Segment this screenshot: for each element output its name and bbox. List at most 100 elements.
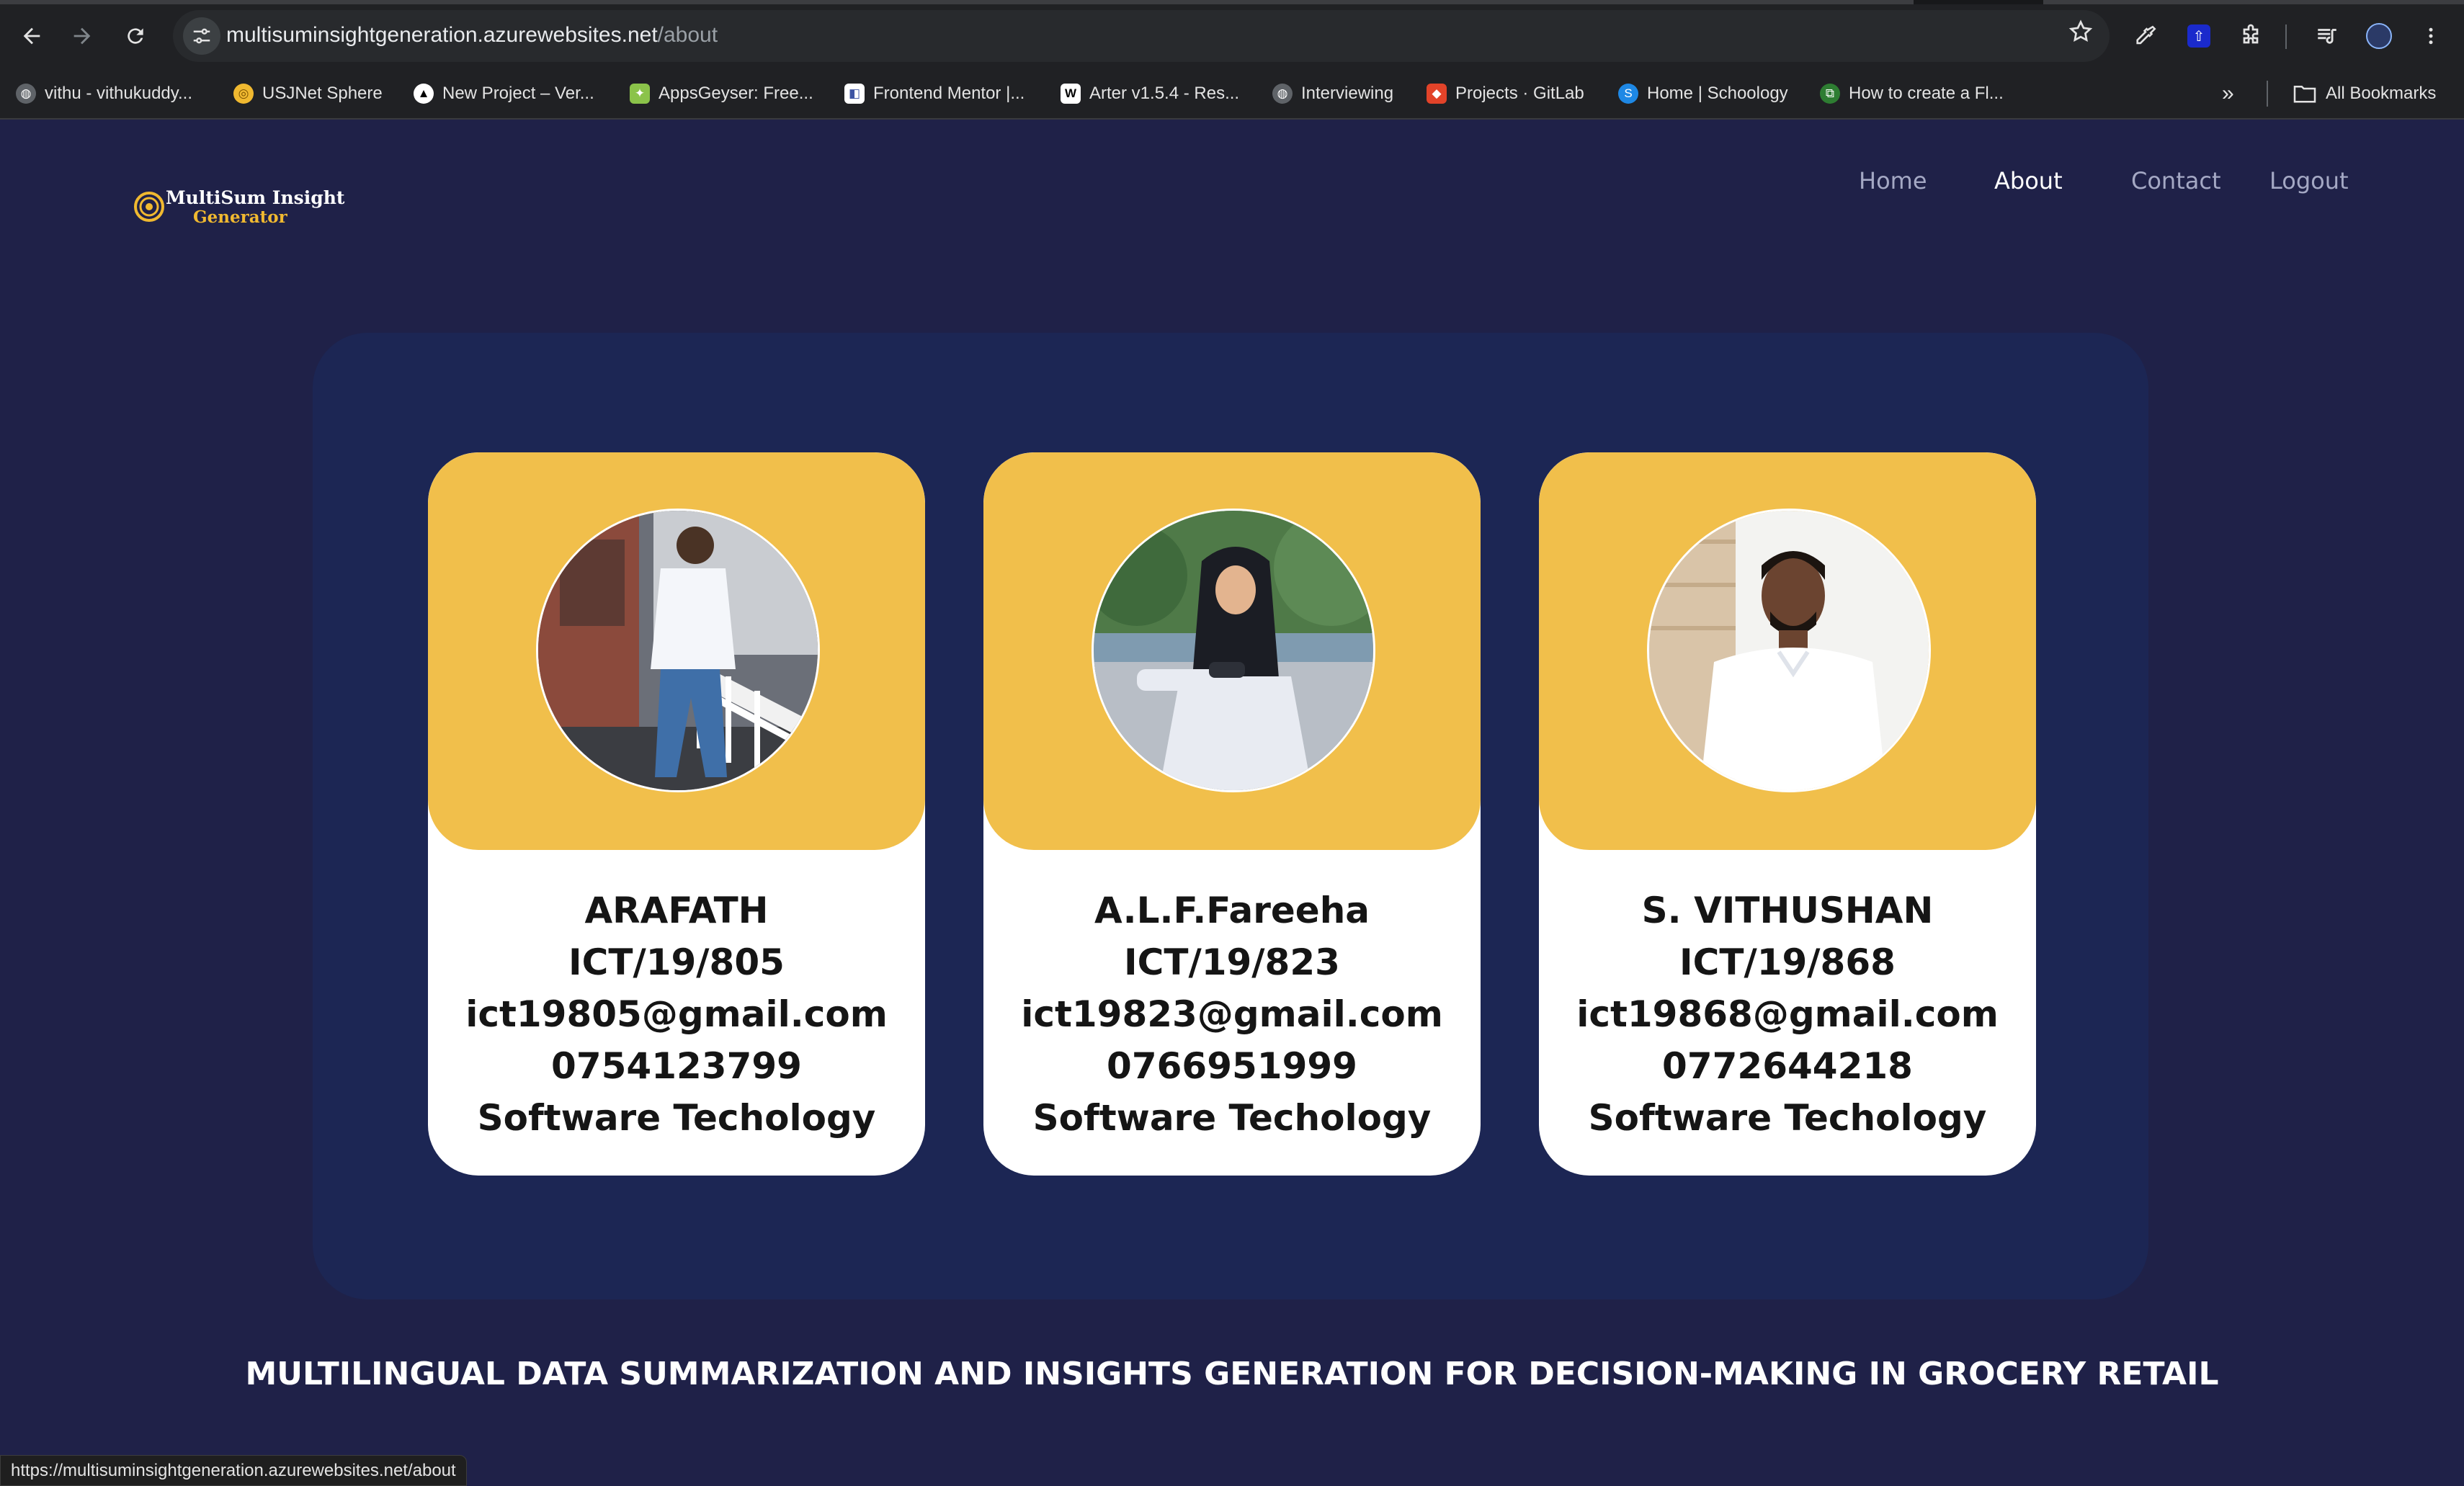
member-email: ict19823@gmail.com — [1021, 993, 1443, 1035]
site-logo[interactable]: MultiSum Insight Generator — [133, 182, 344, 232]
nav-about-link[interactable]: About — [1994, 167, 2063, 194]
bookmark-label: Arter v1.5.4 - Res... — [1089, 84, 1240, 103]
member-phone: 0772644218 — [1662, 1045, 1913, 1087]
arrow-right-icon — [73, 27, 91, 45]
more-vert-icon — [2429, 27, 2433, 45]
bookmark-label: Home | Schoology — [1647, 84, 1788, 103]
person-photo-icon — [1094, 511, 1373, 790]
member-email: ict19868@gmail.com — [1576, 993, 1999, 1035]
bookmark-label: Projects · GitLab — [1455, 84, 1584, 103]
sphere-icon: ◎ — [233, 84, 254, 104]
forward-button[interactable] — [62, 16, 102, 56]
bookmark-item[interactable]: S Home | Schoology — [1618, 76, 1788, 111]
bookmark-label: Interviewing — [1301, 84, 1394, 103]
eyedropper-icon — [2136, 25, 2156, 45]
tune-icon — [193, 28, 210, 44]
reload-icon — [128, 28, 143, 44]
url-host: multisuminsightgeneration.azurewebsites.… — [226, 23, 658, 47]
team-member-card: S. VITHUSHAN ICT/19/868 ict19868@gmail.c… — [1539, 452, 2036, 1176]
extensions-menu-button[interactable] — [2229, 14, 2272, 58]
bookmarks-overflow-button[interactable]: » — [2222, 76, 2234, 111]
bookmarks-divider — [2267, 81, 2268, 107]
all-bookmarks-button[interactable]: All Bookmarks — [2293, 76, 2436, 111]
bookmark-label: vithu - vithukuddy... — [45, 84, 192, 103]
star-icon — [2068, 19, 2093, 42]
nav-logout-link[interactable]: Logout — [2269, 167, 2349, 194]
address-bar[interactable]: multisuminsightgeneration.azurewebsites.… — [173, 10, 2110, 62]
member-name: ARAFATH — [584, 890, 769, 931]
avatar — [2366, 23, 2392, 49]
schoology-icon: S — [1618, 84, 1638, 104]
bookmark-item[interactable]: ◎ USJNet Sphere — [233, 76, 383, 111]
page-content: MultiSum Insight Generator Home About Co… — [0, 120, 2464, 1486]
member-department: Software Techology — [1032, 1097, 1432, 1139]
member-name: S. VITHUSHAN — [1641, 890, 1934, 931]
browser-chrome: multisuminsightgeneration.azurewebsites.… — [0, 0, 2464, 120]
project-title: MULTILINGUAL DATA SUMMARIZATION AND INSI… — [245, 1356, 2219, 1392]
member-phone: 0754123799 — [551, 1045, 802, 1087]
queue-music-icon — [2318, 29, 2336, 44]
browser-menu-button[interactable] — [2409, 14, 2452, 58]
nav-home-link[interactable]: Home — [1859, 167, 1927, 194]
member-info: S. VITHUSHAN ICT/19/868 ict19868@gmail.c… — [1539, 885, 2036, 1144]
extension-badge-icon: ⇧ — [2187, 24, 2210, 48]
member-department: Software Techology — [1588, 1097, 1987, 1139]
logo-subtitle: Generator — [193, 207, 287, 227]
bookmark-label: How to create a Fl... — [1849, 84, 2004, 103]
member-id: ICT/19/805 — [568, 941, 785, 983]
url-text: multisuminsightgeneration.azurewebsites.… — [226, 23, 718, 48]
tab-strip — [0, 0, 2464, 4]
member-id: ICT/19/868 — [1679, 941, 1896, 983]
bookmark-item[interactable]: W Arter v1.5.4 - Res... — [1061, 76, 1239, 111]
member-photo — [1647, 509, 1931, 792]
site-info-button[interactable] — [183, 17, 220, 55]
status-bar-url: https://multisuminsightgeneration.azurew… — [0, 1455, 467, 1486]
bookmark-label: AppsGeyser: Free... — [659, 84, 813, 103]
appsgeyser-icon: ✦ — [630, 84, 650, 104]
logo-title: MultiSum Insight — [166, 187, 345, 208]
member-email: ict19805@gmail.com — [465, 993, 888, 1035]
bookmarks-bar: ◍ vithu - vithukuddy... ◎ USJNet Sphere ▲ N… — [0, 76, 2464, 111]
member-photo — [1092, 509, 1375, 792]
logo-swirl-icon — [134, 192, 164, 222]
frontend-mentor-icon: ◧ — [844, 84, 865, 104]
bookmark-item[interactable]: ◧ Frontend Mentor |... — [844, 76, 1025, 111]
bookmark-item[interactable]: ▲ New Project – Ver... — [414, 76, 594, 111]
bookmark-item[interactable]: ✦ AppsGeyser: Free... — [630, 76, 813, 111]
nav-contact-link[interactable]: Contact — [2131, 167, 2221, 194]
back-button[interactable] — [12, 16, 52, 56]
member-phone: 0766951999 — [1107, 1045, 1357, 1087]
member-department: Software Techology — [477, 1097, 876, 1139]
bookmark-star-button[interactable] — [2068, 19, 2094, 51]
member-id: ICT/19/823 — [1124, 941, 1340, 983]
gitlab-icon: ◆ — [1427, 84, 1447, 104]
member-info: ARAFATH ICT/19/805 ict19805@gmail.com 07… — [428, 885, 925, 1144]
globe-icon: ◍ — [1272, 84, 1293, 104]
team-member-card: ARAFATH ICT/19/805 ict19805@gmail.com 07… — [428, 452, 925, 1176]
arter-icon: W — [1061, 84, 1081, 104]
arrow-left-icon — [23, 27, 40, 45]
member-photo — [536, 509, 820, 792]
bookmark-item[interactable]: ◍ vithu - vithukuddy... — [16, 76, 192, 111]
extension-button[interactable]: ⇧ — [2177, 14, 2220, 58]
eyedropper-extension-button[interactable] — [2124, 14, 2167, 58]
person-photo-icon — [1649, 511, 1929, 790]
folder-icon — [2293, 85, 2316, 103]
all-bookmarks-label: All Bookmarks — [2326, 84, 2437, 103]
member-info: A.L.F.Fareeha ICT/19/823 ict19823@gmail.… — [983, 885, 1481, 1144]
bookmark-item[interactable]: ◆ Projects · GitLab — [1427, 76, 1584, 111]
bookmark-item[interactable]: ◍ Interviewing — [1272, 76, 1393, 111]
bookmark-label: Frontend Mentor |... — [873, 84, 1025, 103]
media-control-button[interactable] — [2305, 14, 2349, 58]
bookmark-label: New Project – Ver... — [442, 84, 594, 103]
person-photo-icon — [538, 511, 818, 790]
puzzle-icon — [2243, 24, 2259, 44]
bookmark-label: USJNet Sphere — [262, 84, 383, 103]
member-name: A.L.F.Fareeha — [1094, 890, 1370, 931]
bookmark-item[interactable]: ⧉ How to create a Fl... — [1820, 76, 2004, 111]
globe-icon: ◍ — [16, 84, 36, 104]
profile-button[interactable] — [2357, 14, 2401, 58]
chevron-double-right-icon: » — [2222, 81, 2234, 105]
url-path: /about — [657, 23, 718, 47]
reload-button[interactable] — [115, 16, 156, 56]
